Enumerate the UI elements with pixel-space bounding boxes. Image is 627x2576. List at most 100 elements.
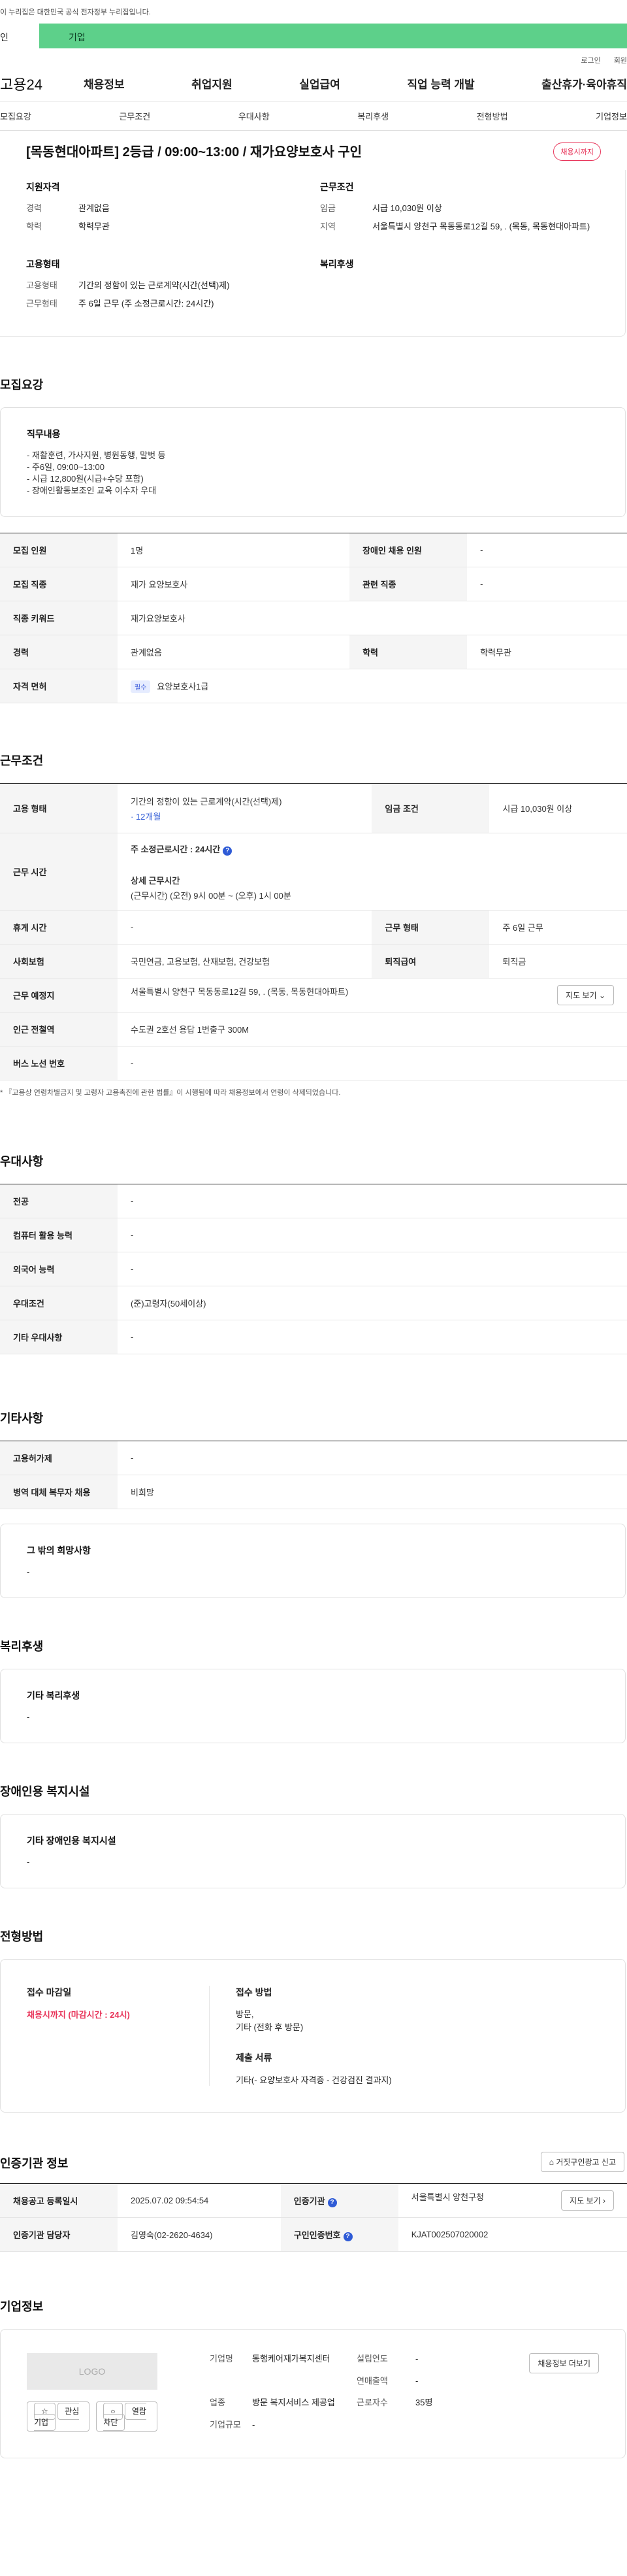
benefits-heading: 기타 복리후생 bbox=[27, 1690, 80, 1701]
nav-item-parental-leave[interactable]: 출산휴가·육아휴직 bbox=[541, 75, 627, 92]
company-revenue: - bbox=[415, 2375, 419, 2386]
weekly-hours-text: 주 소정근로시간 : 24시간 bbox=[131, 844, 221, 854]
other-wishes-body: - bbox=[27, 1567, 30, 1577]
table-cell: 김영숙(02-2620-4634) bbox=[118, 2217, 281, 2252]
summary-conditions: 근무조건 임금 시급 10,030원 이상 지역 서울특별시 양천구 목동동로12길… bbox=[320, 180, 599, 239]
summary-heading: 지원자격 bbox=[26, 182, 60, 192]
table-cell: - bbox=[118, 1252, 627, 1286]
section-nav-method[interactable]: 전형방법 bbox=[477, 110, 508, 122]
agency-map-button[interactable]: 지도 보기 › bbox=[561, 2190, 614, 2211]
table-header: 휴게 시간 bbox=[0, 910, 118, 945]
table-cell: KJAT002507020002 bbox=[398, 2217, 627, 2252]
table-cell: 비희망 bbox=[118, 1475, 627, 1509]
table-cell: 서울특별시 양천구청 지도 보기 › bbox=[398, 2183, 627, 2218]
section-nav-benefits[interactable]: 복리후생 bbox=[357, 110, 389, 122]
info-icon[interactable]: ? bbox=[343, 2232, 353, 2241]
report-fake-ad-button[interactable]: ⌂ 거짓구인광고 신고 bbox=[540, 2152, 624, 2172]
table-header: 인증기관? bbox=[280, 2183, 398, 2218]
nav-item-employment-support[interactable]: 취업지원 bbox=[191, 75, 233, 92]
tab-individual[interactable]: 인 bbox=[0, 24, 39, 48]
table-cell: - bbox=[467, 533, 627, 567]
table-header: 경력 bbox=[0, 635, 118, 669]
etc-table: 고용허가제 - 병역 대체 복무자 채용 비희망 bbox=[0, 1441, 627, 1509]
table-cell: (준)고령자(50세이상) bbox=[118, 1286, 627, 1320]
table-cell: 재가 요양보호사 bbox=[118, 567, 350, 601]
table-row: 인증기관 담당자 김영숙(02-2620-4634) 구인인증번호? KJAT0… bbox=[0, 2217, 627, 2252]
nav-item-skills[interactable]: 직업 능력 개발 bbox=[407, 75, 474, 92]
table-cell: 서울특별시 양천구 목동동로12길 59, . (목동, 목동현대아파트) 지도… bbox=[118, 978, 627, 1012]
company-key: 기업규모 bbox=[210, 2419, 241, 2430]
block-view-button[interactable]: ○ 열람차단 bbox=[96, 2401, 157, 2432]
section-title-conditions: 근무조건 bbox=[0, 754, 44, 767]
license-value: 요양보호사1급 bbox=[157, 681, 209, 692]
info-icon[interactable]: ? bbox=[223, 846, 233, 856]
table-row: 경력 관계없음 학력 학력무관 bbox=[0, 635, 627, 669]
apply-heading: 접수 방법 bbox=[236, 1987, 272, 1998]
table-row: 근무 시간 주 소정근로시간 : 24시간? 상세 근무시간 (근무시간) (오… bbox=[0, 833, 627, 911]
hours-detail: (근무시간) (오전) 9시 00분 ~ (오후) 1시 00분 bbox=[131, 890, 291, 901]
summary-heading: 고용형태 bbox=[26, 259, 60, 269]
info-icon[interactable]: ? bbox=[327, 2198, 337, 2207]
company-card: LOGO ☆ 관심기업 ○ 열람차단 기업명 동행케어재가복지센터 설립연도 -… bbox=[0, 2329, 626, 2458]
summary-key: 학력 bbox=[26, 222, 42, 231]
company-name: 동행케어재가복지센터 bbox=[252, 2354, 330, 2364]
section-nav-prefer[interactable]: 우대사항 bbox=[238, 110, 270, 122]
site-logo[interactable]: 고용24 bbox=[0, 73, 84, 94]
section-title-etc: 기타사항 bbox=[0, 1412, 44, 1425]
summary-value: 기간의 정함이 있는 근로계약(시간(선택)제) bbox=[78, 280, 230, 290]
company-size: - bbox=[252, 2419, 255, 2430]
nav-item-unemployment-benefit[interactable]: 실업급여 bbox=[299, 75, 340, 92]
section-nav-company[interactable]: 기업정보 bbox=[596, 110, 627, 122]
table-header: 직종 키워드 bbox=[0, 601, 118, 635]
job-title-row: [목동현대아파트] 2등급 / 09:00~13:00 / 재가요양보호사 구인… bbox=[0, 131, 627, 170]
table-row: 모집 인원 1명 장애인 채용 인원 - bbox=[0, 533, 627, 567]
favorite-company-button[interactable]: ☆ 관심기업 bbox=[27, 2401, 90, 2432]
agency-label: 인증기관 bbox=[293, 2196, 325, 2206]
table-header: 인증기관 담당자 bbox=[0, 2217, 118, 2252]
tab-company[interactable]: 기업 bbox=[39, 24, 627, 48]
prefer-table: 전공 - 컴퓨터 활용 능력 - 외국어 능력 - 우대조건 (준)고령자(50세이상)… bbox=[0, 1184, 627, 1354]
section-nav-conditions[interactable]: 근무조건 bbox=[119, 110, 150, 122]
table-cell: - bbox=[118, 1218, 627, 1252]
deadline-heading: 접수 마감일 bbox=[27, 1987, 72, 1998]
table-header: 모집 인원 bbox=[0, 533, 118, 567]
table-header: 컴퓨터 활용 능력 bbox=[0, 1218, 118, 1252]
required-badge: 필수 bbox=[131, 680, 151, 693]
benefits-card: 기타 복리후생 - bbox=[0, 1669, 626, 1743]
deadline-value: 채용시까지 (마감시간 : 24시) bbox=[27, 2010, 130, 2020]
summary-value: 학력무관 bbox=[78, 222, 110, 231]
table-header: 근무 형태 bbox=[372, 910, 490, 945]
disability-card: 기타 장애인용 복지시설 - bbox=[0, 1814, 626, 1888]
table-header: 학력 bbox=[349, 635, 468, 669]
map-button[interactable]: 지도 보기 ⌄ bbox=[557, 985, 614, 1005]
table-header: 구인인증번호? bbox=[280, 2217, 398, 2252]
summary-value: 관계없음 bbox=[78, 203, 110, 213]
table-header: 모집 직종 bbox=[0, 567, 118, 601]
nav-item-jobs[interactable]: 채용정보 bbox=[84, 75, 125, 92]
login-link[interactable]: 로그인 bbox=[581, 57, 600, 65]
table-row: 외국어 능력 - bbox=[0, 1252, 627, 1286]
table-cell: 퇴직금 bbox=[489, 944, 627, 979]
table-cell: 1명 bbox=[118, 533, 350, 567]
deadline-block: 접수 마감일 채용시까지 (마감시간 : 24시) bbox=[27, 1986, 210, 2086]
table-cell: 주 소정근로시간 : 24시간? 상세 근무시간 (근무시간) (오전) 9시 … bbox=[118, 833, 627, 911]
summary-key: 지역 bbox=[320, 222, 336, 231]
company-key: 업종 bbox=[210, 2398, 225, 2407]
location-value: 서울특별시 양천구 목동동로12길 59, . (목동, 목동현대아파트) bbox=[131, 987, 349, 997]
table-cell: 필수 요양보호사1급 bbox=[118, 669, 627, 703]
table-header: 퇴직급여 bbox=[372, 944, 490, 979]
table-header: 자격 면허 bbox=[0, 669, 118, 703]
signup-link[interactable]: 회원 bbox=[614, 57, 627, 65]
table-row: 모집 직종 재가 요양보호사 관련 직종 - bbox=[0, 567, 627, 601]
company-key: 연매출액 bbox=[357, 2375, 388, 2386]
summary-heading: 복리후생 bbox=[320, 259, 354, 269]
more-jobs-button[interactable]: 채용정보 더보기 bbox=[529, 2353, 599, 2373]
company-key: 기업명 bbox=[210, 2354, 233, 2364]
table-row: 채용공고 등록일시 2025.07.02 09:54:54 인증기관? 서울특별… bbox=[0, 2183, 627, 2218]
section-title-cert: 인증기관 정보 bbox=[0, 2157, 69, 2170]
summary-key: 고용형태 bbox=[26, 280, 57, 290]
section-nav-recruit[interactable]: 모집요강 bbox=[0, 110, 31, 122]
job-status-badge: 채용시까지 bbox=[553, 142, 601, 161]
table-header: 병역 대체 복무자 채용 bbox=[0, 1475, 118, 1509]
table-row: 인근 전철역 수도권 2호선 용답 1번출구 300M bbox=[0, 1012, 627, 1046]
